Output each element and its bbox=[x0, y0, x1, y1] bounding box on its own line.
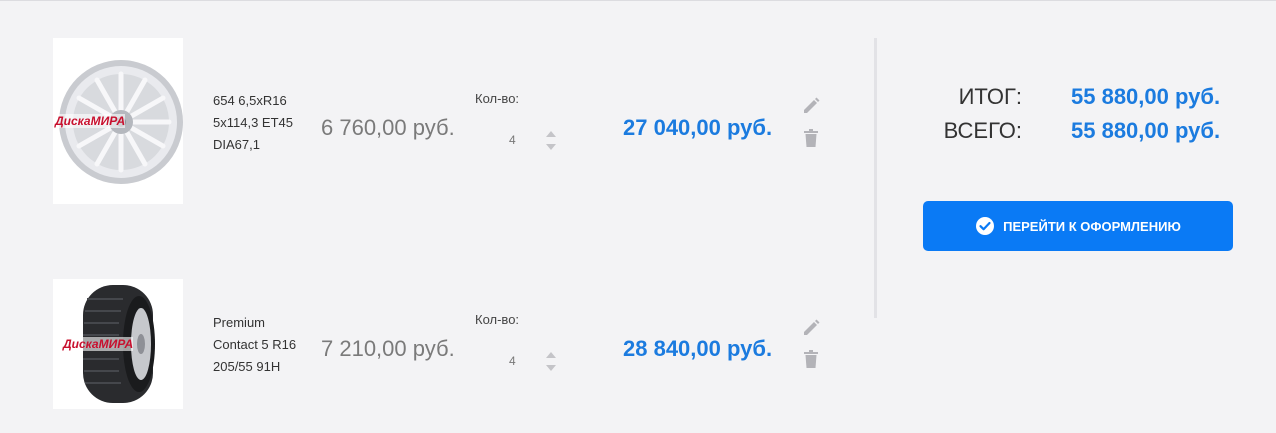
top-divider bbox=[0, 0, 1276, 1]
quantity-value[interactable]: 4 bbox=[509, 133, 516, 147]
quantity-increase-icon[interactable] bbox=[545, 130, 557, 138]
section-divider bbox=[874, 38, 877, 318]
checkout-button-label: ПЕРЕЙТИ К ОФОРМЛЕНИЮ bbox=[1003, 218, 1181, 234]
subtotal-value: 55 880,00 руб. bbox=[1071, 84, 1221, 109]
tire-image[interactable]: ДискаМИРА bbox=[53, 279, 183, 409]
line-total: 28 840,00 руб. bbox=[623, 336, 773, 361]
quantity-label: Кол-во: bbox=[475, 312, 520, 327]
product-name[interactable]: Premium Contact 5 R16 205/55 91H bbox=[213, 312, 313, 378]
cart-item: ДискаМИРА 654 6,5xR16 5x114,3 ET45 DIA67… bbox=[0, 38, 870, 204]
unit-price: 6 760,00 руб. bbox=[321, 115, 455, 140]
quantity-label: Кол-во: bbox=[475, 91, 520, 106]
product-name-line: Contact 5 R16 bbox=[213, 337, 297, 352]
product-name-line: 205/55 91H bbox=[213, 359, 281, 374]
grand-total-value: 55 880,00 руб. bbox=[1071, 118, 1221, 143]
unit-price: 7 210,00 руб. bbox=[321, 336, 455, 361]
trash-icon[interactable] bbox=[801, 128, 821, 148]
quantity-decrease-icon[interactable] bbox=[545, 143, 557, 151]
check-circle-icon bbox=[975, 216, 995, 236]
edit-pencil-icon[interactable] bbox=[801, 318, 821, 338]
product-name-line: 5x114,3 ET45 bbox=[213, 115, 293, 130]
quantity-increase-icon[interactable] bbox=[545, 351, 557, 359]
wheel-rim-image[interactable]: ДискаМИРА bbox=[53, 38, 183, 204]
quantity-value[interactable]: 4 bbox=[509, 354, 516, 368]
quantity-decrease-icon[interactable] bbox=[545, 364, 557, 372]
brand-watermark: ДискаМИРА bbox=[55, 114, 126, 128]
product-name[interactable]: 654 6,5xR16 5x114,3 ET45 DIA67,1 bbox=[213, 90, 313, 156]
cart-item: ДискаМИРА Premium Contact 5 R16 205/55 9… bbox=[0, 279, 870, 411]
grand-total-label: ВСЕГО: bbox=[943, 118, 1022, 143]
product-name-line: DIA67,1 bbox=[213, 137, 260, 152]
line-total: 27 040,00 руб. bbox=[623, 115, 773, 140]
checkout-button[interactable]: ПЕРЕЙТИ К ОФОРМЛЕНИЮ bbox=[923, 201, 1233, 251]
product-name-line: 654 6,5xR16 bbox=[213, 93, 287, 108]
brand-watermark: ДискаМИРА bbox=[63, 337, 134, 351]
subtotal-label: ИТОГ: bbox=[958, 84, 1022, 109]
trash-icon[interactable] bbox=[801, 349, 821, 369]
product-name-line: Premium bbox=[213, 315, 266, 330]
edit-pencil-icon[interactable] bbox=[801, 96, 821, 116]
